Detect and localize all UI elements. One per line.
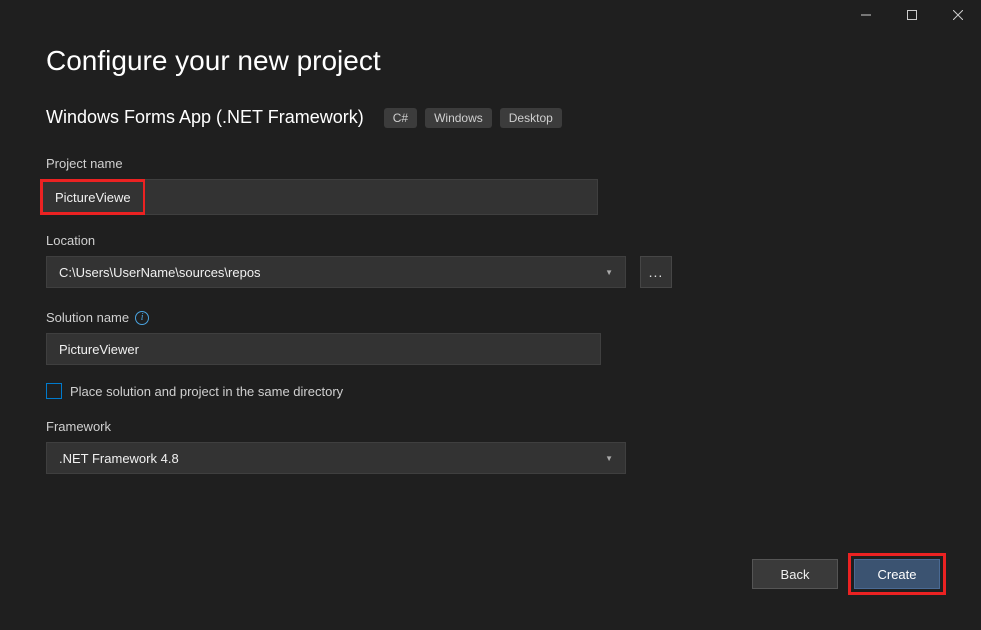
project-name-label: Project name [46,156,935,171]
same-directory-label: Place solution and project in the same d… [70,384,343,399]
project-name-highlight [40,179,146,215]
solution-name-label-text: Solution name [46,310,129,325]
framework-dropdown[interactable]: .NET Framework 4.8 ▼ [46,442,626,474]
chevron-down-icon: ▼ [605,454,613,463]
framework-value: .NET Framework 4.8 [59,451,179,466]
solution-name-input[interactable] [46,333,601,365]
tag-windows: Windows [425,108,492,128]
solution-name-label: Solution name i [46,310,935,325]
project-type-tags: C# Windows Desktop [384,108,562,128]
same-directory-row: Place solution and project in the same d… [46,383,935,399]
maximize-button[interactable] [889,0,935,30]
create-button[interactable]: Create [854,559,940,589]
same-directory-checkbox[interactable] [46,383,62,399]
framework-label: Framework [46,419,935,434]
project-name-input[interactable] [43,182,143,212]
minimize-button[interactable] [843,0,889,30]
dialog-content: Configure your new project Windows Forms… [0,0,981,474]
tag-csharp: C# [384,108,417,128]
project-name-group: Project name [46,156,935,215]
info-icon[interactable]: i [135,311,149,325]
close-button[interactable] [935,0,981,30]
location-dropdown[interactable]: C:\Users\UserName\sources\repos ▼ [46,256,626,288]
create-button-highlight: Create [848,553,946,595]
project-type-name: Windows Forms App (.NET Framework) [46,107,364,128]
back-button[interactable]: Back [752,559,838,589]
window-controls [843,0,981,30]
framework-group: Framework .NET Framework 4.8 ▼ [46,419,935,474]
chevron-down-icon: ▼ [605,268,613,277]
browse-button[interactable]: ... [640,256,672,288]
project-name-input-extent[interactable] [145,179,598,215]
location-group: Location C:\Users\UserName\sources\repos… [46,233,935,288]
page-title: Configure your new project [46,45,935,77]
location-label: Location [46,233,935,248]
tag-desktop: Desktop [500,108,562,128]
solution-name-group: Solution name i [46,310,935,365]
dialog-footer: Back Create [752,553,946,595]
location-value: C:\Users\UserName\sources\repos [59,265,261,280]
project-type-row: Windows Forms App (.NET Framework) C# Wi… [46,107,935,128]
